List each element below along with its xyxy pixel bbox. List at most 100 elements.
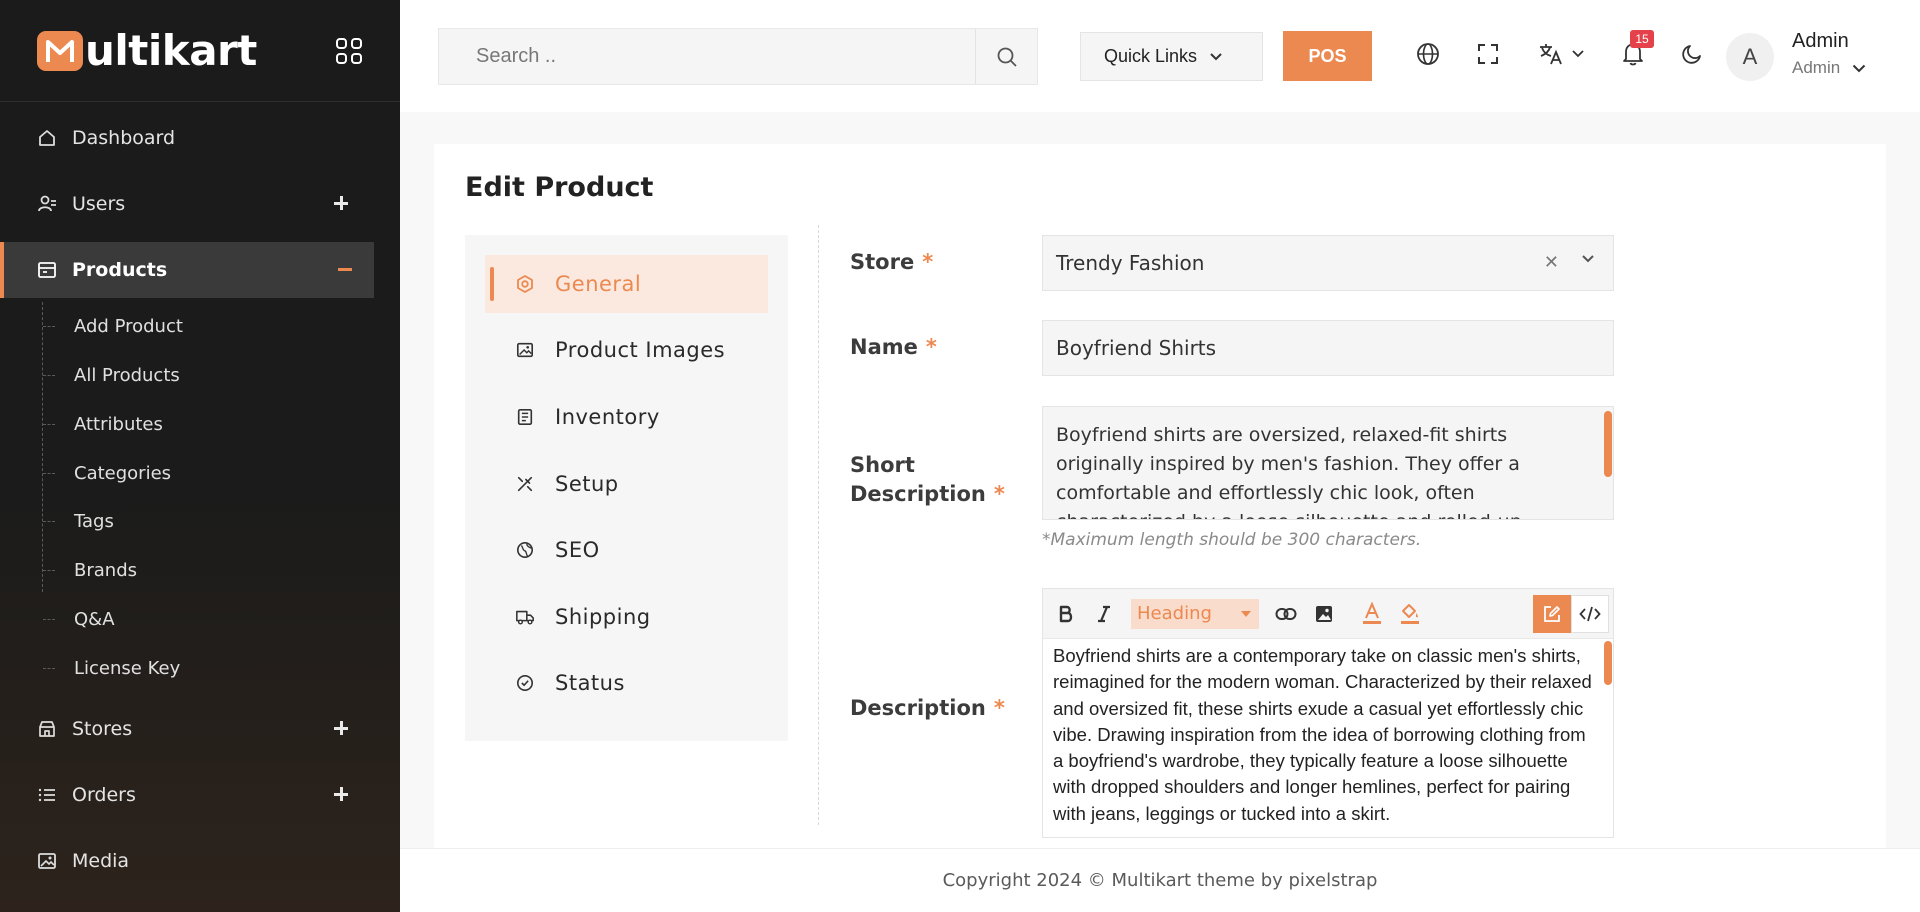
tools-icon bbox=[515, 474, 535, 494]
tab-general[interactable]: General bbox=[485, 255, 768, 313]
required-mark: * bbox=[993, 696, 1005, 720]
users-icon bbox=[36, 193, 58, 215]
name-value: Boyfriend Shirts bbox=[1056, 336, 1217, 360]
page-title: Edit Product bbox=[465, 172, 654, 203]
name-field[interactable]: Boyfriend Shirts bbox=[1042, 320, 1614, 376]
edit-product-card: Edit Product General Product Images Inve… bbox=[434, 144, 1886, 904]
products-submenu: Add Product All Products Attributes Cate… bbox=[42, 302, 372, 679]
font-color-button[interactable] bbox=[1353, 595, 1391, 633]
description-content[interactable]: Boyfriend shirts are a contemporary take… bbox=[1043, 639, 1613, 837]
globe-icon[interactable] bbox=[1414, 40, 1442, 68]
store-value: Trendy Fashion bbox=[1056, 251, 1205, 275]
tab-label: Status bbox=[555, 671, 625, 695]
italic-button[interactable] bbox=[1085, 595, 1123, 633]
logo[interactable]: ultikart bbox=[0, 0, 400, 102]
short-description-textarea[interactable]: Boyfriend shirts are oversized, relaxed-… bbox=[1042, 406, 1614, 520]
image-icon bbox=[36, 850, 58, 872]
sidebar-item-label: Stores bbox=[72, 718, 133, 740]
quick-links-label: Quick Links bbox=[1104, 46, 1198, 66]
truck-icon bbox=[515, 607, 535, 627]
tab-shipping[interactable]: Shipping bbox=[485, 588, 768, 646]
sidebar-item-stores[interactable]: Stores bbox=[0, 701, 374, 757]
submenu-item-tags[interactable]: Tags bbox=[43, 501, 114, 541]
expand-icon[interactable] bbox=[330, 717, 352, 739]
tab-seo[interactable]: SEO bbox=[485, 521, 768, 579]
submenu-item-add-product[interactable]: Add Product bbox=[43, 306, 183, 346]
sidebar-item-orders[interactable]: Orders bbox=[0, 767, 374, 823]
label-text: Store bbox=[850, 250, 915, 274]
search-input[interactable] bbox=[439, 29, 973, 84]
sidebar-item-media[interactable]: Media bbox=[0, 833, 374, 889]
heading-select[interactable]: Heading bbox=[1131, 598, 1259, 629]
heading-select-label: Heading bbox=[1137, 603, 1212, 624]
required-mark: * bbox=[993, 482, 1005, 506]
avatar[interactable]: A bbox=[1726, 33, 1774, 81]
submenu-item-brands[interactable]: Brands bbox=[43, 550, 137, 590]
submenu-item-all-products[interactable]: All Products bbox=[43, 355, 180, 395]
description-label: Description * bbox=[850, 694, 1005, 723]
submenu-item-categories[interactable]: Categories bbox=[43, 453, 171, 493]
quick-links-dropdown[interactable]: Quick Links bbox=[1080, 32, 1263, 81]
editor-mode-toggle bbox=[1533, 595, 1609, 633]
pos-button[interactable]: POS bbox=[1283, 31, 1372, 81]
settings-hex-icon bbox=[515, 274, 535, 294]
highlight-color-button[interactable] bbox=[1391, 595, 1429, 633]
sidebar-item-label: Users bbox=[72, 193, 126, 215]
short-description-label: Short Description * bbox=[850, 451, 1005, 509]
chevron-down-icon[interactable] bbox=[1581, 254, 1595, 264]
language-selector[interactable] bbox=[1534, 40, 1588, 68]
tab-label: Product Images bbox=[555, 338, 726, 362]
image-icon bbox=[1316, 605, 1332, 622]
search-button[interactable] bbox=[975, 29, 1037, 84]
dark-mode-icon[interactable] bbox=[1678, 40, 1706, 68]
orders-icon bbox=[36, 784, 58, 806]
insert-image-button[interactable] bbox=[1305, 595, 1343, 633]
char-limit-hint: *Maximum length should be 300 characters… bbox=[1042, 530, 1422, 550]
notification-badge: 15 bbox=[1630, 30, 1654, 48]
collapse-icon[interactable] bbox=[338, 268, 352, 271]
translate-icon bbox=[1540, 44, 1562, 65]
search-icon bbox=[997, 47, 1017, 67]
submenu-item-attributes[interactable]: Attributes bbox=[43, 404, 163, 444]
user-name[interactable]: Admin bbox=[1792, 30, 1849, 53]
tab-product-images[interactable]: Product Images bbox=[485, 321, 768, 379]
sidebar-item-dashboard[interactable]: Dashboard bbox=[0, 110, 374, 166]
sidebar: ultikart Dashboard Users Products Add Pr… bbox=[0, 0, 400, 912]
logo-mark bbox=[37, 30, 83, 71]
grid-menu-icon[interactable] bbox=[336, 38, 362, 64]
expand-icon[interactable] bbox=[330, 192, 352, 214]
label-text: Short bbox=[850, 453, 915, 477]
store-icon bbox=[36, 718, 58, 740]
bold-icon bbox=[1059, 605, 1073, 622]
tab-status[interactable]: Status bbox=[485, 654, 768, 712]
home-icon bbox=[36, 127, 58, 149]
top-header: Quick Links POS 15 A Admin Admin bbox=[400, 0, 1920, 112]
caret-down-icon bbox=[1241, 610, 1251, 617]
wysiwyg-mode-button[interactable] bbox=[1533, 595, 1571, 633]
code-view-button[interactable] bbox=[1571, 595, 1609, 633]
tab-inventory[interactable]: Inventory bbox=[485, 388, 768, 446]
edit-icon bbox=[1544, 606, 1560, 622]
globe-icon bbox=[515, 540, 535, 560]
submenu-item-qa[interactable]: Q&A bbox=[43, 599, 115, 639]
image-icon bbox=[515, 340, 535, 360]
inventory-icon bbox=[515, 407, 535, 427]
tab-setup[interactable]: Setup bbox=[485, 455, 768, 513]
store-select[interactable]: Trendy Fashion ✕ bbox=[1042, 235, 1614, 291]
link-button[interactable] bbox=[1267, 595, 1305, 633]
search-bar bbox=[438, 28, 1038, 85]
sidebar-item-label: Media bbox=[72, 850, 130, 872]
chevron-down-icon bbox=[1210, 52, 1222, 60]
scrollbar-thumb[interactable] bbox=[1604, 411, 1612, 477]
label-text: Name bbox=[850, 335, 918, 359]
font-color-icon bbox=[1363, 601, 1381, 624]
clear-icon[interactable]: ✕ bbox=[1544, 252, 1559, 273]
submenu-item-license-key[interactable]: License Key bbox=[43, 648, 180, 688]
user-role-dropdown[interactable]: Admin bbox=[1792, 58, 1866, 78]
fullscreen-icon[interactable] bbox=[1474, 40, 1502, 68]
scrollbar-thumb[interactable] bbox=[1604, 641, 1612, 685]
bold-button[interactable] bbox=[1047, 595, 1085, 633]
sidebar-item-users[interactable]: Users bbox=[0, 176, 374, 232]
sidebar-item-products[interactable]: Products bbox=[0, 242, 374, 298]
expand-icon[interactable] bbox=[330, 783, 352, 805]
